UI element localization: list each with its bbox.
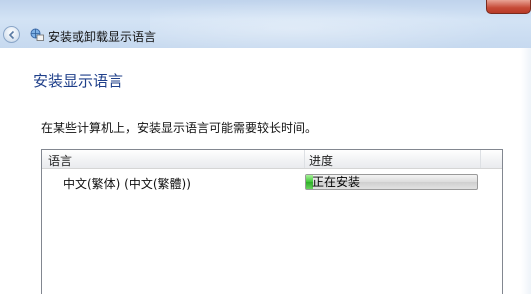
install-progress-bar: 正在安装	[305, 174, 478, 190]
close-button[interactable]	[486, 0, 531, 14]
window-title: 安装或卸载显示语言	[48, 30, 157, 44]
window-right-edge	[521, 48, 531, 294]
back-button[interactable]	[3, 26, 20, 43]
title-bar-glass	[150, 0, 510, 48]
language-list: 语言 进度 中文(繁体) (中文(繁體)) 正在安装	[41, 149, 503, 294]
page-title: 安装显示语言	[33, 72, 124, 90]
progress-status: 正在安装	[312, 175, 361, 189]
column-header-progress[interactable]: 进度	[309, 152, 333, 169]
column-divider[interactable]	[480, 150, 481, 168]
list-header: 语言 进度	[42, 150, 502, 169]
column-header-language[interactable]: 语言	[48, 152, 72, 169]
language-globe-icon	[30, 28, 44, 41]
list-item-language[interactable]: 中文(繁体) (中文(繁體))	[63, 175, 191, 192]
column-divider[interactable]	[304, 150, 305, 168]
back-arrow-icon	[8, 30, 15, 40]
page-description: 在某些计算机上，安装显示语言可能需要较长时间。	[41, 121, 318, 135]
